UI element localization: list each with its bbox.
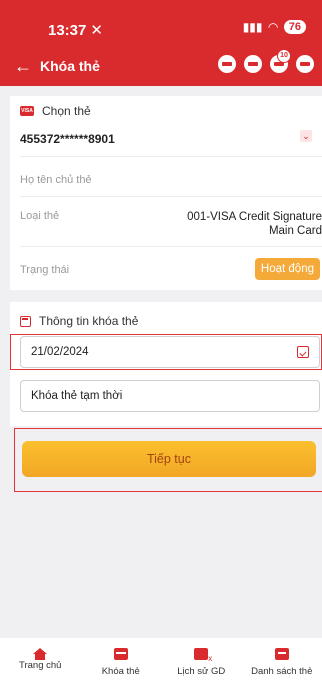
divider bbox=[20, 246, 322, 247]
app-header: 13:37 ✕ ▮▮▮ ◠ 76 ← Khóa thẻ 10 bbox=[0, 0, 322, 86]
nav-label: Lịch sử GD bbox=[177, 666, 226, 677]
continue-button-highlight: Tiếp tục bbox=[14, 428, 322, 492]
calendar-check-icon[interactable] bbox=[297, 346, 309, 358]
visa-card-icon: VISA bbox=[20, 106, 34, 116]
chevron-down-icon[interactable]: ⌄ bbox=[300, 130, 312, 142]
chat-icon[interactable] bbox=[296, 55, 314, 73]
home-icon bbox=[33, 648, 48, 660]
transaction-history-icon bbox=[194, 648, 212, 663]
card-holder-label: Họ tên chủ thẻ bbox=[20, 174, 92, 186]
status-time-text: 13:37 bbox=[48, 21, 87, 39]
card-type-line2: Main Card bbox=[268, 225, 322, 237]
status-indicators: ▮▮▮ ◠ 76 bbox=[243, 20, 306, 34]
status-badge: Hoạt động bbox=[254, 258, 320, 280]
nav-item-card-lock[interactable]: Khóa thẻ bbox=[81, 638, 162, 688]
grid-icon[interactable] bbox=[244, 55, 262, 73]
select-card-header: VISA Chọn thẻ bbox=[20, 104, 91, 118]
divider bbox=[20, 196, 322, 197]
card-info-panel: VISA Chọn thẻ 455372******8901 ⌄ Họ tên … bbox=[10, 96, 322, 290]
nav-item-card-list[interactable]: Danh sách thẻ bbox=[242, 638, 322, 688]
lock-type-value: Khóa thẻ tạm thời bbox=[31, 390, 123, 402]
select-card-label: Chọn thẻ bbox=[42, 104, 91, 118]
support-icon[interactable] bbox=[218, 55, 236, 73]
card-type-value: 001-VISA Credit Signature Main Card bbox=[187, 210, 322, 238]
lock-type-field[interactable]: Khóa thẻ tạm thời bbox=[20, 380, 320, 412]
lock-info-header: Thông tin khóa thẻ bbox=[20, 314, 138, 328]
nav-item-home[interactable]: Trang chủ bbox=[0, 638, 81, 688]
signal-icon: ▮▮▮ bbox=[242, 20, 263, 34]
wifi-icon: ◠ bbox=[268, 20, 278, 34]
card-list-icon bbox=[274, 648, 289, 660]
nav-label: Trang chủ bbox=[19, 660, 62, 671]
header-actions: 10 bbox=[218, 49, 314, 73]
divider bbox=[20, 156, 322, 157]
battery-indicator: 76 bbox=[283, 20, 306, 34]
notification-bell-icon[interactable]: 10 bbox=[270, 49, 291, 73]
card-type-line1: 001-VISA Credit Signature bbox=[187, 211, 322, 223]
continue-button[interactable]: Tiếp tục bbox=[22, 441, 316, 477]
status-label: Trạng thái bbox=[20, 264, 70, 276]
status-time: 13:37 ✕ bbox=[48, 21, 103, 40]
back-arrow-icon[interactable]: ← bbox=[14, 57, 32, 75]
lock-date-value: 21/02/2024 bbox=[31, 346, 89, 358]
nav-label: Khóa thẻ bbox=[101, 666, 140, 677]
page-title: Khóa thẻ bbox=[40, 58, 100, 74]
card-number-selector[interactable]: 455372******8901 bbox=[20, 132, 115, 146]
notification-badge: 10 bbox=[277, 49, 291, 63]
nav-label: Danh sách thẻ bbox=[251, 666, 313, 677]
calendar-icon bbox=[20, 315, 31, 327]
card-type-label: Loại thẻ bbox=[20, 210, 60, 222]
lock-info-panel: Thông tin khóa thẻ 21/02/2024 Khóa thẻ t… bbox=[10, 302, 322, 426]
nav-item-history[interactable]: Lịch sử GD bbox=[161, 638, 242, 688]
lock-date-field[interactable]: 21/02/2024 bbox=[20, 336, 320, 368]
silent-icon: ✕ bbox=[90, 22, 103, 39]
bottom-navigation: Trang chủ Khóa thẻ Lịch sử GD Danh sách … bbox=[0, 638, 322, 688]
card-lock-icon bbox=[113, 648, 128, 660]
lock-info-label: Thông tin khóa thẻ bbox=[39, 314, 139, 328]
